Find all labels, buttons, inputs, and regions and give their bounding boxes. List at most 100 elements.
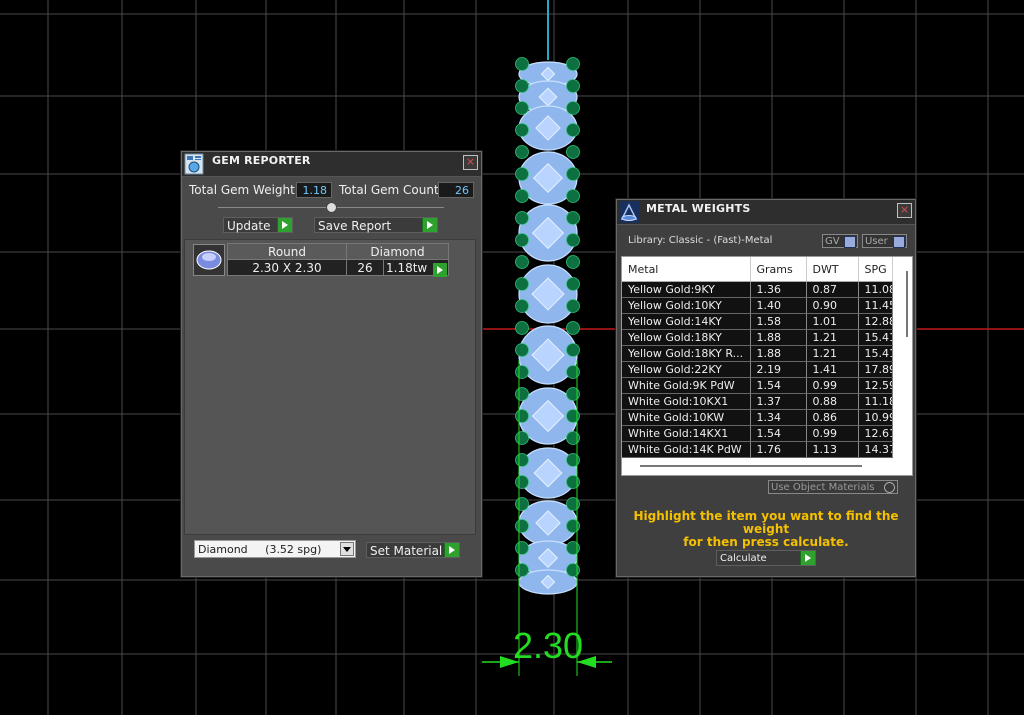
metal-weights-app-icon: [619, 201, 639, 223]
material-select-value: Diamond (3.52 spg): [198, 543, 322, 556]
spg-cell: 12.88: [858, 313, 893, 330]
update-button[interactable]: Update: [223, 217, 293, 233]
prong: [566, 189, 580, 203]
spg-cell: 15.41: [858, 329, 893, 346]
set-material-button[interactable]: Set Material: [366, 542, 460, 558]
metal-table-header[interactable]: Grams: [750, 257, 807, 282]
spg-cell: 15.41: [858, 345, 893, 362]
table-row[interactable]: Yellow Gold:10KY1.400.9011.45: [622, 297, 893, 314]
table-row[interactable]: 2.30 X 2.30 26 1.18tw: [227, 259, 449, 276]
table-row[interactable]: Yellow Gold:18KY1.881.2115.41: [622, 329, 893, 346]
gem-reporter-panel: GEM REPORTER × Total Gem Weight 1.18 Tot…: [181, 151, 482, 577]
user-toggle-label: User: [865, 236, 888, 247]
dwt-cell: 0.88: [806, 393, 859, 410]
total-gem-weight-label: Total Gem Weight: [189, 183, 295, 197]
gv-toggle[interactable]: GV: [822, 234, 858, 248]
table-row[interactable]: Yellow Gold:9KY1.360.8711.08: [622, 281, 893, 298]
grams-cell: 1.34: [750, 409, 807, 426]
prong: [566, 277, 580, 291]
prong: [566, 475, 580, 489]
metal-name-cell: Yellow Gold:18KY: [622, 329, 751, 346]
save-report-button-label: Save Report: [318, 219, 392, 233]
table-row[interactable]: White Gold:14KX11.540.9912.61: [622, 425, 893, 442]
metal-table-header[interactable]: SPG: [858, 257, 893, 282]
table-row[interactable]: Yellow Gold:22KY2.191.4117.89: [622, 361, 893, 378]
metal-name-cell: Yellow Gold:10KY: [622, 297, 751, 314]
dwt-cell: 1.21: [806, 345, 859, 362]
prong: [515, 519, 529, 533]
vertical-scrollbar[interactable]: [906, 271, 908, 337]
prong: [515, 277, 529, 291]
table-row[interactable]: White Gold:10KX11.370.8811.18: [622, 393, 893, 410]
grams-cell: 1.54: [750, 377, 807, 394]
close-icon[interactable]: ×: [463, 155, 478, 170]
chevron-down-icon[interactable]: [340, 542, 354, 556]
update-button-label: Update: [227, 219, 271, 233]
metal-name-cell: White Gold:10KX1: [622, 393, 751, 410]
material-select[interactable]: Diamond (3.52 spg): [194, 540, 356, 558]
prong: [515, 453, 529, 467]
prong: [566, 541, 580, 555]
prong: [515, 123, 529, 137]
horizontal-scrollbar[interactable]: [640, 465, 862, 467]
dwt-cell: 0.99: [806, 425, 859, 442]
toggle-knob-icon: [893, 236, 905, 248]
prong: [515, 189, 529, 203]
metal-weights-panel: METAL WEIGHTS × Library: Classic - (Fast…: [616, 199, 916, 577]
metal-name-cell: Yellow Gold:22KY: [622, 361, 751, 378]
grams-cell: 1.58: [750, 313, 807, 330]
use-object-materials-toggle[interactable]: Use Object Materials: [768, 480, 898, 494]
close-icon[interactable]: ×: [897, 203, 912, 218]
set-material-button-label: Set Material: [370, 544, 443, 558]
gem-table-header-shape: Round: [227, 243, 347, 260]
splitter-handle[interactable]: [326, 202, 337, 213]
spg-cell: 17.89: [858, 361, 893, 378]
user-toggle[interactable]: User: [862, 234, 907, 248]
spg-cell: 11.18: [858, 393, 893, 410]
metal-table-header[interactable]: Metal: [622, 257, 751, 282]
gem-list[interactable]: Round Diamond 2.30 X 2.30 26 1.18tw: [184, 239, 476, 535]
gem-row-select-button[interactable]: [433, 263, 447, 277]
gem-stone: [518, 264, 578, 324]
metal-table-header[interactable]: DWT: [806, 257, 859, 282]
radio-icon: [884, 482, 895, 493]
save-report-button[interactable]: Save Report: [314, 217, 438, 233]
metal-table-container[interactable]: Metal Grams DWT SPG Yellow Gold:9KY 1.36 0.87…: [621, 256, 913, 476]
total-gem-count-value: 26: [438, 182, 474, 198]
table-row[interactable]: Yellow Gold:14KY1.581.0112.88: [622, 313, 893, 330]
prong: [566, 145, 580, 159]
table-row[interactable]: White Gold:14K PdW1.761.1314.37: [622, 441, 893, 458]
table-row[interactable]: White Gold:10KW1.340.8610.99: [622, 409, 893, 426]
prong: [566, 431, 580, 445]
prong: [515, 541, 529, 555]
prong: [515, 299, 529, 313]
dwt-cell: 1.41: [806, 361, 859, 378]
calculate-button[interactable]: Calculate: [716, 550, 816, 566]
spg-cell: 14.37: [858, 441, 893, 458]
prong: [566, 321, 580, 335]
metal-name-cell: White Gold:10KW: [622, 409, 751, 426]
gem-size-cell: 2.30 X 2.30: [227, 259, 347, 276]
gem-reporter-title: GEM REPORTER: [212, 154, 311, 167]
instruction-line-2: for then press calculate.: [683, 535, 849, 549]
table-row[interactable]: White Gold:9K PdW1.540.9912.59: [622, 377, 893, 394]
prong: [566, 409, 580, 423]
grams-cell: 1.88: [750, 329, 807, 346]
gem-reporter-titlebar[interactable]: GEM REPORTER ×: [182, 152, 481, 177]
metal-name-cell: Yellow Gold:14KY: [622, 313, 751, 330]
prong: [566, 497, 580, 511]
metal-weights-titlebar[interactable]: METAL WEIGHTS ×: [617, 200, 915, 225]
library-label: Library: Classic - (Fast)-Metal: [628, 235, 773, 246]
metal-name-cell: White Gold:9K PdW: [622, 377, 751, 394]
gv-toggle-label: GV: [825, 236, 840, 247]
grams-cell: 1.36: [750, 281, 807, 298]
table-row[interactable]: Yellow Gold:18KY R...1.881.2115.41: [622, 345, 893, 362]
eternity-band-model[interactable]: [515, 57, 580, 595]
calculate-button-label: Calculate: [720, 553, 767, 564]
spg-cell: 12.59: [858, 377, 893, 394]
dwt-cell: 0.86: [806, 409, 859, 426]
prong: [566, 233, 580, 247]
play-icon: [437, 266, 443, 274]
prong: [566, 519, 580, 533]
prong: [515, 387, 529, 401]
